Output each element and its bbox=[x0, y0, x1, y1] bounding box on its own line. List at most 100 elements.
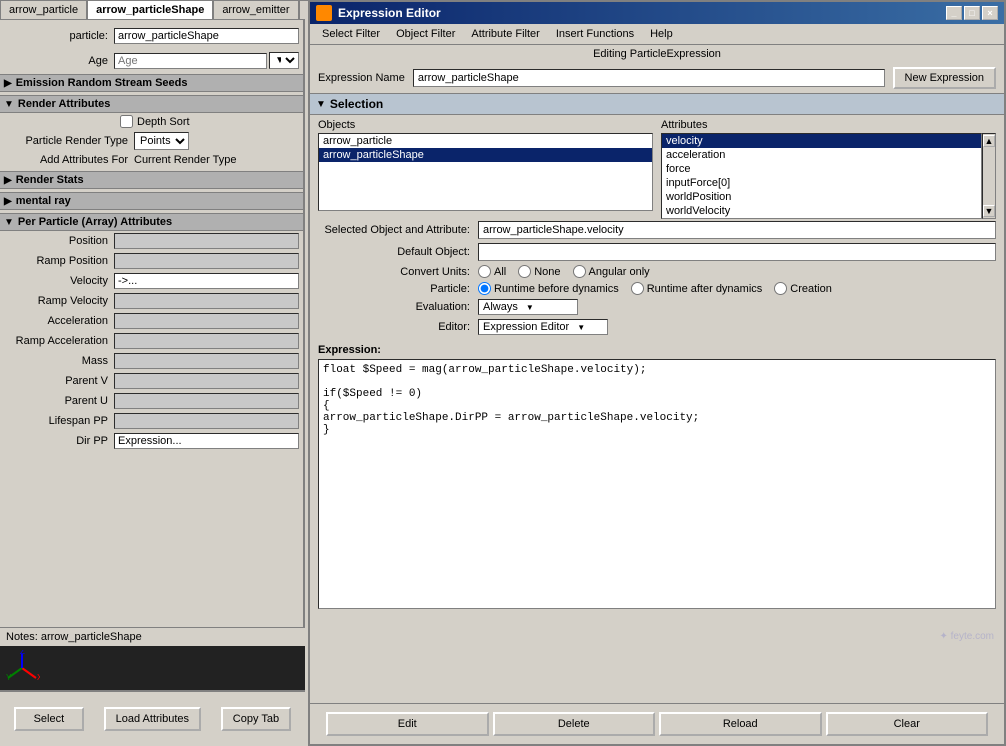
render-section-header[interactable]: ▼ Render Attributes bbox=[0, 95, 303, 113]
depth-sort-label: Depth Sort bbox=[137, 116, 190, 128]
particle-input[interactable] bbox=[114, 28, 299, 44]
attr-ramp-velocity: Ramp Velocity bbox=[0, 291, 303, 311]
menu-attribute-filter[interactable]: Attribute Filter bbox=[463, 26, 547, 42]
convert-none-option[interactable]: None bbox=[518, 265, 560, 278]
expression-textarea[interactable]: float $Speed = mag(arrow_particleShape.v… bbox=[318, 359, 996, 609]
attr-ramp-velocity-input[interactable] bbox=[114, 293, 299, 309]
attr-mass-input[interactable] bbox=[114, 353, 299, 369]
tab-arrow-emitter[interactable]: arrow_emitter bbox=[213, 0, 298, 19]
attr-dir-pp: Dir PP bbox=[0, 431, 303, 451]
attr-force[interactable]: force bbox=[662, 162, 981, 176]
editor-dropdown[interactable]: Expression Editor ▼ bbox=[478, 319, 608, 335]
attr-scrollbar[interactable]: ▲ ▼ bbox=[982, 133, 996, 219]
attr-velocity[interactable]: velocity bbox=[662, 134, 981, 148]
selected-obj-attr-input[interactable] bbox=[478, 221, 996, 239]
expr-name-input[interactable] bbox=[413, 69, 885, 87]
attr-lifespan-pp-input[interactable] bbox=[114, 413, 299, 429]
particle-render-type-select[interactable]: Points bbox=[134, 132, 189, 150]
runtime-after-option[interactable]: Runtime after dynamics bbox=[631, 282, 763, 295]
delete-btn[interactable]: Delete bbox=[493, 712, 656, 736]
convert-angular-label: Angular only bbox=[589, 266, 650, 278]
runtime-before-option[interactable]: Runtime before dynamics bbox=[478, 282, 619, 295]
depth-sort-checkbox[interactable] bbox=[120, 115, 133, 128]
scrollbar-track bbox=[983, 147, 995, 205]
attr-dir-pp-input[interactable] bbox=[114, 433, 299, 449]
mental-ray-header[interactable]: ▶ mental ray bbox=[0, 192, 303, 210]
attr-velocity: Velocity bbox=[0, 271, 303, 291]
menu-help[interactable]: Help bbox=[642, 26, 681, 42]
default-object-row: Default Object: bbox=[318, 241, 996, 263]
object-arrow-particleshape[interactable]: arrow_particleShape bbox=[319, 148, 652, 162]
menu-bar: Select Filter Object Filter Attribute Fi… bbox=[310, 24, 1004, 45]
object-arrow-particle[interactable]: arrow_particle bbox=[319, 134, 652, 148]
attributes-listbox[interactable]: velocity acceleration force inputForce[0… bbox=[661, 133, 982, 219]
select-btn[interactable]: Select bbox=[14, 707, 84, 731]
scrollbar-up-btn[interactable]: ▲ bbox=[983, 135, 995, 147]
age-row: Age ▼ bbox=[0, 50, 303, 71]
svg-text:Y: Y bbox=[6, 673, 12, 682]
spacer: ✦ feyte.com bbox=[310, 612, 1004, 632]
scrollbar-down-btn[interactable]: ▼ bbox=[983, 205, 995, 217]
objects-attrs-section: Objects arrow_particle arrow_particleSha… bbox=[310, 115, 1004, 215]
convert-none-radio[interactable] bbox=[518, 265, 531, 278]
edit-btn[interactable]: Edit bbox=[326, 712, 489, 736]
add-attrs-value: Current Render Type bbox=[134, 154, 237, 166]
creation-label: Creation bbox=[790, 283, 832, 295]
new-expression-btn[interactable]: New Expression bbox=[893, 67, 996, 89]
minimize-btn[interactable]: _ bbox=[946, 6, 962, 20]
creation-option[interactable]: Creation bbox=[774, 282, 832, 295]
emission-section-header[interactable]: ▶ Emission Random Stream Seeds bbox=[0, 74, 303, 92]
load-attrs-btn[interactable]: Load Attributes bbox=[104, 707, 201, 731]
creation-radio[interactable] bbox=[774, 282, 787, 295]
convert-angular-radio[interactable] bbox=[573, 265, 586, 278]
attr-acceleration[interactable]: acceleration bbox=[662, 148, 981, 162]
reload-btn[interactable]: Reload bbox=[659, 712, 822, 736]
menu-object-filter[interactable]: Object Filter bbox=[388, 26, 463, 42]
per-particle-header[interactable]: ▼ Per Particle (Array) Attributes bbox=[0, 213, 303, 231]
age-select[interactable]: ▼ bbox=[269, 52, 299, 69]
menu-select-filter[interactable]: Select Filter bbox=[314, 26, 388, 42]
clear-btn[interactable]: Clear bbox=[826, 712, 989, 736]
attr-inputforce[interactable]: inputForce[0] bbox=[662, 176, 981, 190]
attr-ramp-acceleration-input[interactable] bbox=[114, 333, 299, 349]
runtime-before-radio[interactable] bbox=[478, 282, 491, 295]
runtime-after-radio[interactable] bbox=[631, 282, 644, 295]
convert-angular-option[interactable]: Angular only bbox=[573, 265, 650, 278]
attributes-col-label: Attributes bbox=[661, 119, 996, 131]
mental-ray-arrow: ▶ bbox=[4, 196, 12, 207]
default-object-input[interactable] bbox=[478, 243, 996, 261]
menu-insert-functions[interactable]: Insert Functions bbox=[548, 26, 642, 42]
age-input[interactable] bbox=[114, 53, 267, 69]
attr-parent-v: Parent V bbox=[0, 371, 303, 391]
particle-form-label: Particle: bbox=[318, 283, 478, 295]
window-icon bbox=[316, 5, 332, 21]
attr-parent-v-input[interactable] bbox=[114, 373, 299, 389]
attr-ramp-position-input[interactable] bbox=[114, 253, 299, 269]
attr-velocity-input[interactable] bbox=[114, 273, 299, 289]
attr-mass-label: Mass bbox=[4, 355, 114, 367]
restore-btn[interactable]: □ bbox=[964, 6, 980, 20]
add-attrs-row: Add Attributes For Current Render Type bbox=[0, 152, 303, 168]
default-object-label: Default Object: bbox=[318, 246, 478, 258]
evaluation-label: Evaluation: bbox=[318, 301, 478, 313]
attr-ramp-velocity-label: Ramp Velocity bbox=[4, 295, 114, 307]
render-stats-header[interactable]: ▶ Render Stats bbox=[0, 171, 303, 189]
attr-position-input[interactable] bbox=[114, 233, 299, 249]
runtime-after-label: Runtime after dynamics bbox=[647, 283, 763, 295]
tabs-bar: arrow_particle arrow_particleShape arrow… bbox=[0, 0, 303, 20]
attr-ramp-position-label: Ramp Position bbox=[4, 255, 114, 267]
close-btn[interactable]: × bbox=[982, 6, 998, 20]
expression-editor-window: Expression Editor _ □ × Select Filter Ob… bbox=[308, 0, 1006, 746]
tab-arrow-particleshape[interactable]: arrow_particleShape bbox=[87, 0, 213, 19]
convert-all-radio[interactable] bbox=[478, 265, 491, 278]
evaluation-dropdown[interactable]: Always ▼ bbox=[478, 299, 578, 315]
attr-worldvelocity[interactable]: worldVelocity bbox=[662, 204, 981, 218]
objects-listbox[interactable]: arrow_particle arrow_particleShape bbox=[318, 133, 653, 211]
copy-tab-btn[interactable]: Copy Tab bbox=[221, 707, 291, 731]
expr-name-label: Expression Name bbox=[318, 72, 405, 84]
attr-parent-u-input[interactable] bbox=[114, 393, 299, 409]
attr-acceleration-input[interactable] bbox=[114, 313, 299, 329]
attr-worldposition[interactable]: worldPosition bbox=[662, 190, 981, 204]
tab-arrow-particle[interactable]: arrow_particle bbox=[0, 0, 87, 19]
convert-all-option[interactable]: All bbox=[478, 265, 506, 278]
